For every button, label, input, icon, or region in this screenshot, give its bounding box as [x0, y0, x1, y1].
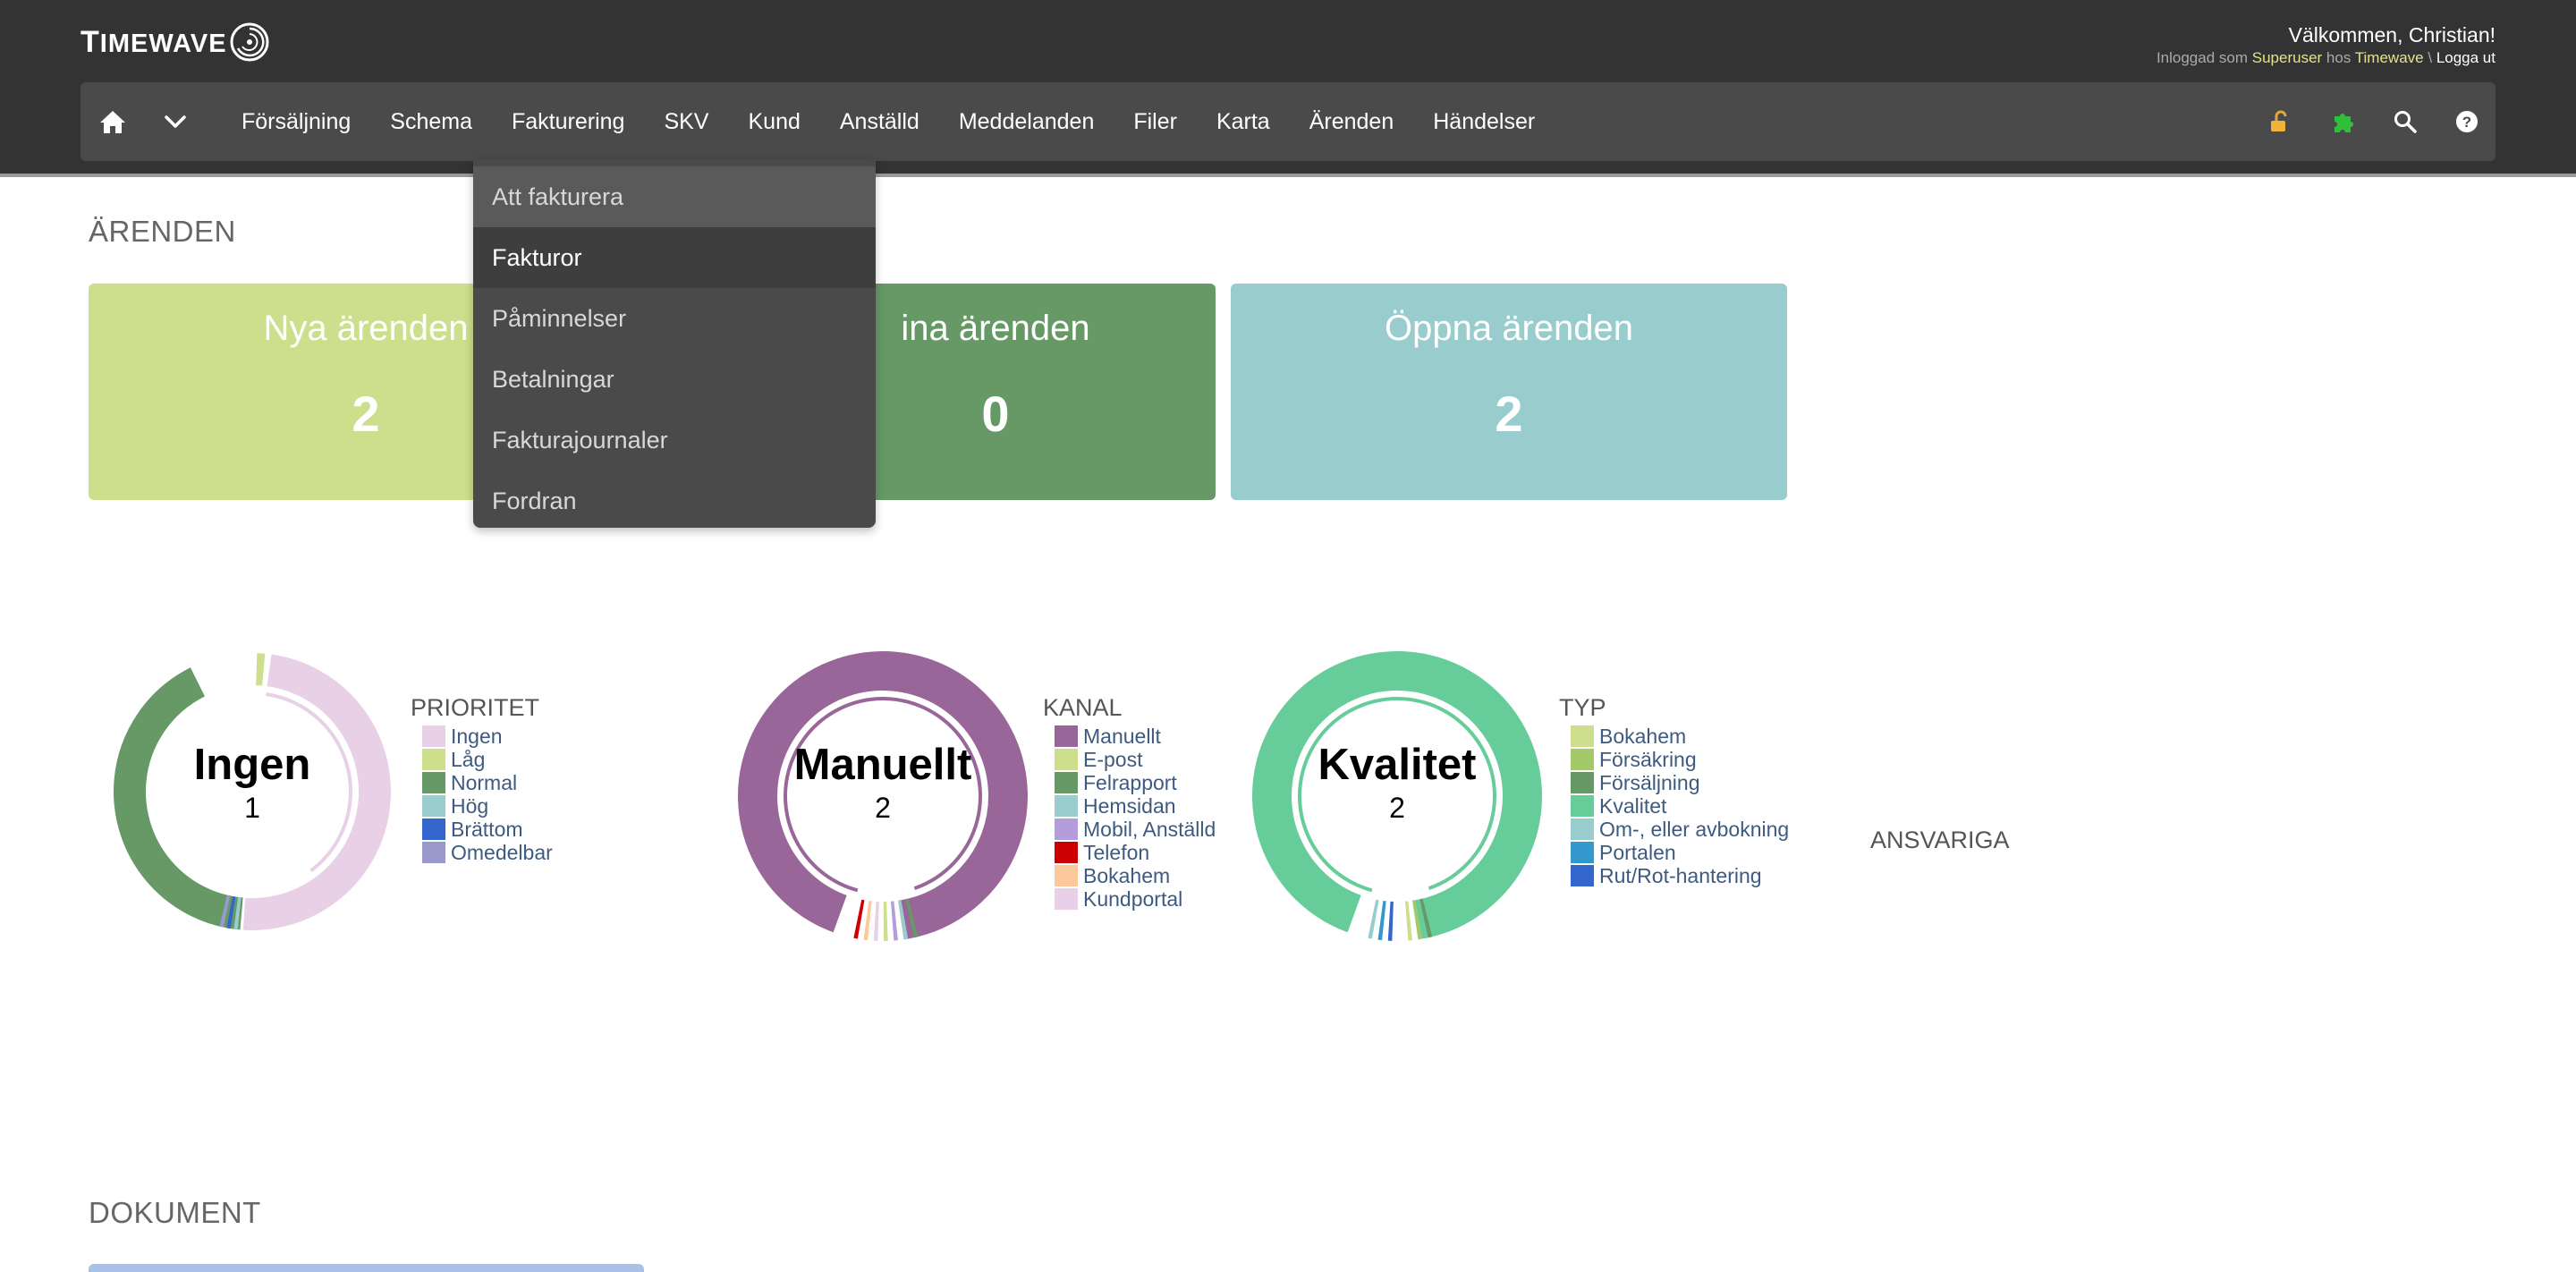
menu-att-fakturera[interactable]: Att fakturera — [473, 166, 876, 227]
kanal-legend: KANAL Manuellt E-post Felrapport Hemsida… — [1043, 694, 1216, 911]
legend-item[interactable]: Försäkring — [1559, 748, 1789, 771]
nav-schema[interactable]: Schema — [370, 82, 492, 161]
login-user-link[interactable]: Superuser — [2252, 49, 2322, 66]
ansvariga-title: ANSVARIGA — [1870, 827, 2010, 853]
legend-item[interactable]: Felrapport — [1043, 771, 1216, 794]
legend-item[interactable]: Portalen — [1559, 841, 1789, 864]
legend-item[interactable]: E-post — [1043, 748, 1216, 771]
search-icon[interactable] — [2383, 82, 2428, 161]
dokument-card[interactable] — [89, 1264, 644, 1272]
card-oppna-arenden[interactable]: Öppna ärenden 2 — [1231, 284, 1787, 500]
nav-kund[interactable]: Kund — [728, 82, 819, 161]
legend-item[interactable]: Normal — [411, 771, 553, 794]
nav-menu: Försäljning Schema Fakturering SKV Kund … — [222, 82, 1555, 161]
nav-karta[interactable]: Karta — [1197, 82, 1290, 161]
legend-item[interactable]: Om-, eller avbokning — [1559, 818, 1789, 841]
nav-skv[interactable]: SKV — [644, 82, 728, 161]
legend-item[interactable]: Omedelbar — [411, 841, 553, 864]
legend-item[interactable]: Försäljning — [1559, 771, 1789, 794]
legend-item[interactable]: Mobil, Anställd — [1043, 818, 1216, 841]
legend-item[interactable]: Rut/Rot-hantering — [1559, 864, 1789, 887]
nav-fakturering[interactable]: Fakturering — [492, 82, 644, 161]
nav-anstalld[interactable]: Anställd — [820, 82, 939, 161]
legend-item[interactable]: Kundportal — [1043, 887, 1216, 911]
unlock-icon[interactable] — [2258, 82, 2302, 161]
logout-link[interactable]: Logga ut — [2436, 49, 2496, 66]
dokument-title: DOKUMENT — [89, 1196, 261, 1229]
kanal-center: Manuellt 2 — [793, 741, 972, 824]
legend-title: KANAL — [1043, 694, 1123, 721]
legend-item[interactable]: Manuellt — [1043, 725, 1216, 748]
menu-fakturajournaler[interactable]: Fakturajournaler — [473, 410, 876, 471]
legend-item[interactable]: Hemsidan — [1043, 794, 1216, 818]
legend-item[interactable]: Ingen — [411, 725, 553, 748]
puzzle-icon[interactable] — [2321, 82, 2366, 161]
legend-title: TYP — [1559, 694, 1606, 721]
home-icon[interactable] — [89, 82, 136, 161]
login-info: Inloggad som Superuser hos Timewave \ Lo… — [2156, 49, 2496, 66]
login-company-link[interactable]: Timewave — [2355, 49, 2424, 66]
prioritet-center: Ingen 1 — [193, 741, 311, 824]
legend-title: PRIORITET — [411, 694, 540, 721]
menu-fordran[interactable]: Fordran — [473, 471, 876, 528]
legend-item[interactable]: Telefon — [1043, 841, 1216, 864]
svg-text:?: ? — [2462, 114, 2471, 131]
menu-betalningar[interactable]: Betalningar — [473, 349, 876, 410]
typ-center: Kvalitet 2 — [1318, 741, 1477, 824]
nav-arenden[interactable]: Ärenden — [1290, 82, 1414, 161]
legend-item[interactable]: Hög — [411, 794, 553, 818]
typ-legend: TYP Bokahem Försäkring Försäljning Kvali… — [1559, 694, 1789, 887]
prioritet-legend: PRIORITET Ingen Låg Normal Hög Brättom O… — [411, 694, 553, 864]
welcome-message: Välkommen, Christian! — [2288, 23, 2496, 47]
menu-paminnelser[interactable]: Påminnelser — [473, 288, 876, 349]
main-navbar: Försäljning Schema Fakturering SKV Kund … — [80, 82, 2496, 161]
card-label: Öppna ärenden — [1384, 309, 1633, 348]
timewave-logo[interactable]: TIMEWAVE — [80, 20, 270, 64]
legend-item[interactable]: Låg — [411, 748, 553, 771]
legend-item[interactable]: Bokahem — [1559, 725, 1789, 748]
help-icon[interactable]: ? — [2445, 82, 2489, 161]
arenden-title: ÄRENDEN — [89, 215, 236, 248]
nav-filer[interactable]: Filer — [1114, 82, 1197, 161]
nav-meddelanden[interactable]: Meddelanden — [939, 82, 1114, 161]
legend-item[interactable]: Bokahem — [1043, 864, 1216, 887]
nav-handelser[interactable]: Händelser — [1413, 82, 1555, 161]
chevron-down-icon[interactable] — [152, 82, 199, 161]
card-value: 2 — [1495, 386, 1523, 442]
top-header: TIMEWAVE Välkommen, Christian! Inloggad … — [0, 0, 2576, 177]
legend-item[interactable]: Kvalitet — [1559, 794, 1789, 818]
logo-swirl-icon — [230, 22, 269, 62]
legend-item[interactable]: Brättom — [411, 818, 553, 841]
fakturering-dropdown: Att fakturera Fakturor Påminnelser Betal… — [473, 159, 876, 528]
nav-forsaljning[interactable]: Försäljning — [222, 82, 370, 161]
menu-fakturor[interactable]: Fakturor — [473, 227, 876, 288]
